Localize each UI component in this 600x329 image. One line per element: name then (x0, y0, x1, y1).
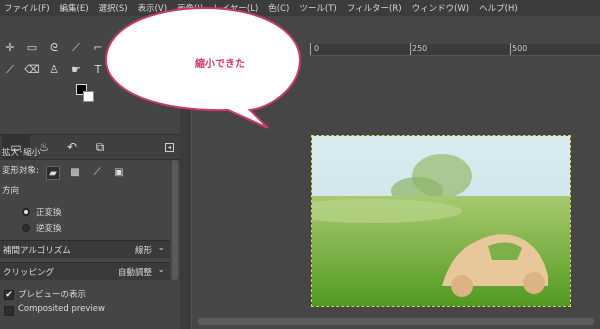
clipping-label: クリッピング (3, 268, 55, 278)
horizontal-ruler: 0 250 500 (310, 43, 600, 56)
composited-preview-checkbox[interactable] (4, 306, 14, 316)
preview-checkbox[interactable]: ✔ (4, 290, 14, 300)
menu-help[interactable]: ヘルプ(H) (479, 2, 518, 14)
move-tool-icon[interactable]: ✛ (2, 40, 18, 56)
transform-layer-icon[interactable]: ▰ (46, 166, 60, 180)
ruler-tick (310, 43, 311, 55)
canvas-horizontal-scrollbar[interactable] (198, 318, 594, 325)
direction-reverse-radio[interactable] (22, 224, 30, 232)
eraser-tool-icon[interactable]: ⌫ (24, 62, 40, 78)
transform-image-icon[interactable]: ▣ (112, 166, 126, 180)
fg-bg-color-swatch[interactable] (76, 84, 98, 106)
direction-label: 方向 (2, 186, 20, 196)
rect-select-tool-icon[interactable]: ▭ (24, 40, 40, 56)
tab-undo-history-icon[interactable]: ↶ (58, 135, 86, 160)
direction-normal-label: 正変換 (36, 208, 62, 218)
clipping-value: 自動調整 (117, 268, 152, 278)
tool-options-title: 拡大･縮小 (2, 148, 41, 158)
direction-normal-radio[interactable] (22, 208, 30, 216)
menu-windows[interactable]: ウィンドウ(W) (412, 2, 470, 14)
clone-tool-icon[interactable]: ♙ (46, 62, 62, 78)
chevron-down-icon: ⌄ (157, 243, 165, 253)
composited-preview-label: Composited preview (18, 304, 105, 314)
fuzzy-select-tool-icon[interactable]: ⟋ (68, 40, 84, 56)
interpolation-label: 補間アルゴリズム (3, 246, 71, 256)
canvas-image[interactable] (311, 135, 571, 307)
menu-filters[interactable]: フィルター(R) (347, 2, 402, 14)
direction-reverse-label: 逆変換 (36, 224, 62, 234)
ruler-tick (510, 43, 511, 55)
clipping-row[interactable]: クリッピング 自動調整 ⌄ (0, 262, 170, 280)
panel-menu-icon[interactable]: ◂ (165, 143, 174, 152)
ruler-label-0: 0 (314, 44, 320, 53)
toy-car-photo (312, 136, 570, 306)
lasso-tool-icon[interactable]: ᘓ (46, 40, 62, 56)
background-color[interactable] (83, 91, 94, 102)
menu-file[interactable]: ファイル(F) (4, 2, 50, 14)
preview-label: プレビューの表示 (18, 290, 87, 300)
transform-selection-icon[interactable]: ▩ (68, 166, 82, 180)
tab-images-icon[interactable]: ⧉ (86, 135, 114, 160)
menu-edit[interactable]: 編集(E) (60, 2, 89, 14)
smudge-tool-icon[interactable]: ☛ (68, 62, 84, 78)
speech-bubble-text: 縮小できた (195, 59, 245, 70)
transform-path-icon[interactable]: ⟋ (90, 166, 104, 180)
options-scrollbar[interactable] (172, 160, 178, 280)
ruler-label-250: 250 (412, 44, 428, 53)
paintbrush-tool-icon[interactable]: ⟋ (2, 62, 18, 78)
ruler-tick (410, 43, 411, 55)
interpolation-value: 線形 (134, 246, 152, 256)
transform-target-label: 変形対象: (2, 166, 39, 176)
interpolation-row[interactable]: 補間アルゴリズム 線形 ⌄ (0, 240, 170, 258)
ruler-label-500: 500 (512, 44, 528, 53)
chevron-down-icon: ⌄ (157, 265, 165, 275)
